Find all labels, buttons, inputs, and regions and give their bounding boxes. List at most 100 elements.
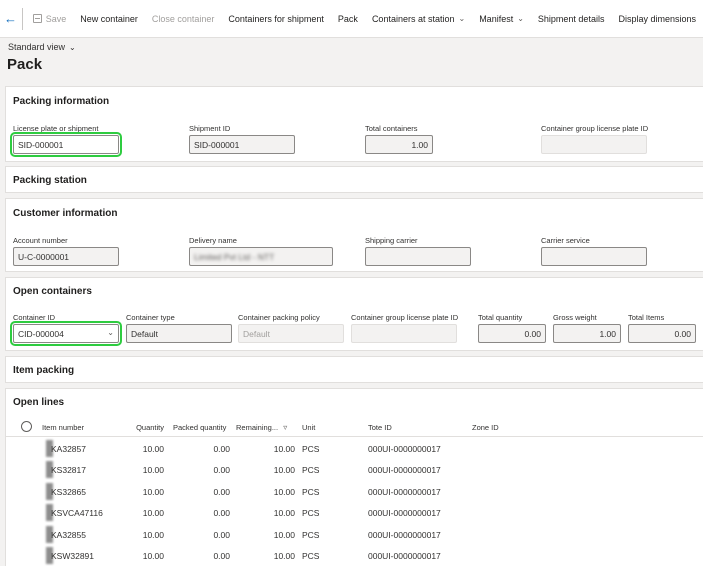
column-header-quantity[interactable]: Quantity <box>124 423 164 432</box>
close-container-button[interactable]: Close container <box>145 0 222 38</box>
column-header-item-number[interactable]: Item number <box>42 423 84 432</box>
field-label: Shipment ID <box>189 124 231 133</box>
save-button-label: Save <box>45 13 67 24</box>
shipment-details-button[interactable]: Shipment details <box>531 0 612 38</box>
section-title[interactable]: Open containers <box>13 286 92 297</box>
manifest-label: Manifest <box>479 13 514 24</box>
container-type-value: Default <box>126 324 232 343</box>
item-number-cell: KA32857 <box>51 444 86 454</box>
remaining-cell: 10.00 <box>273 444 295 454</box>
tote-id-cell: 000UI-0000000017 <box>368 530 441 540</box>
item-number-cell: KS32817 <box>51 465 86 475</box>
open-lines-grid-header: Item number Quantity Packed quantity Rem… <box>6 418 703 437</box>
chevron-down-icon[interactable]: ⌄ <box>107 328 114 337</box>
quantity-cell: 10.00 <box>142 508 164 518</box>
pack-label: Pack <box>337 13 358 24</box>
packed-quantity-cell: 0.00 <box>213 551 230 561</box>
packed-quantity-cell: 0.00 <box>213 487 230 497</box>
containers-for-shipment-label: Containers for shipment <box>228 13 324 24</box>
field-label: Shipping carrier <box>365 236 418 245</box>
field-label: Container group license plate ID <box>351 313 459 322</box>
account-number-value: U-C-0000001 <box>13 247 119 266</box>
container-id-select[interactable]: CID-000004 ⌄ <box>10 321 122 346</box>
customer-information-section: Customer information Account number U-C-… <box>5 198 703 272</box>
table-row[interactable]: KS32817 10.00 0.00 10.00 PCS 000UI-00000… <box>6 459 703 480</box>
packing-station-section[interactable]: Packing station <box>5 166 703 193</box>
table-row[interactable]: KSW32891 10.00 0.00 10.00 PCS 000UI-0000… <box>6 545 703 566</box>
license-plate-input[interactable]: SID-000001 <box>10 132 122 157</box>
container-group-lp-value <box>541 135 647 154</box>
unit-cell: PCS <box>302 508 320 518</box>
column-header-packed-quantity[interactable]: Packed quantity <box>173 423 226 432</box>
field-label: License plate or shipment <box>13 124 99 133</box>
open-containers-section: Open containers Container ID CID-000004 … <box>5 277 703 351</box>
field-label: Container ID <box>13 313 56 322</box>
view-selector[interactable]: Standard view ⌄ <box>8 42 76 52</box>
column-header-tote-id[interactable]: Tote ID <box>368 423 392 432</box>
manifest-menu[interactable]: Manifest ⌄ <box>472 0 531 38</box>
containers-at-station-menu[interactable]: Containers at station ⌄ <box>365 0 472 38</box>
table-row[interactable]: KS32865 10.00 0.00 10.00 PCS 000UI-00000… <box>6 481 703 502</box>
item-packing-section[interactable]: Item packing <box>5 356 703 383</box>
field-label: Container type <box>126 313 175 322</box>
packed-quantity-cell: 0.00 <box>213 444 230 454</box>
table-row[interactable]: KA32855 10.00 0.00 10.00 PCS 000UI-00000… <box>6 524 703 545</box>
section-title[interactable]: Packing station <box>13 175 87 186</box>
chevron-down-icon: ⌄ <box>69 42 76 52</box>
packing-information-section: Packing information License plate or shi… <box>5 86 703 162</box>
new-container-button[interactable]: New container <box>73 0 145 38</box>
delivery-name-text: Limited Pvt Ltd - NTT <box>194 251 275 262</box>
unit-cell: PCS <box>302 551 320 561</box>
shipment-id-value: SID-000001 <box>189 135 295 154</box>
filter-icon[interactable]: ▿ <box>283 423 287 432</box>
quantity-cell: 10.00 <box>142 530 164 540</box>
delivery-name-value: Limited Pvt Ltd - NTT <box>189 247 333 266</box>
field-label: Total containers <box>365 124 418 133</box>
column-header-zone-id[interactable]: Zone ID <box>472 423 499 432</box>
section-title[interactable]: Packing information <box>13 96 109 107</box>
section-title[interactable]: Customer information <box>13 208 117 219</box>
section-title[interactable]: Item packing <box>13 365 74 376</box>
display-dimensions-label: Display dimensions <box>618 13 696 24</box>
section-title[interactable]: Open lines <box>13 397 64 408</box>
remaining-cell: 10.00 <box>273 465 295 475</box>
item-number-cell: KSW32891 <box>51 551 94 561</box>
tote-id-cell: 000UI-0000000017 <box>368 487 441 497</box>
remaining-cell: 10.00 <box>273 508 295 518</box>
table-row[interactable]: KSVCA47116 10.00 0.00 10.00 PCS 000UI-00… <box>6 502 703 523</box>
column-header-unit[interactable]: Unit <box>302 423 315 432</box>
quantity-cell: 10.00 <box>142 465 164 475</box>
unit-cell: PCS <box>302 465 320 475</box>
field-label: Total Items <box>628 313 665 322</box>
remaining-header-label: Remaining... <box>236 423 279 432</box>
shipment-details-label: Shipment details <box>537 13 605 24</box>
table-row[interactable]: KA32857 10.00 0.00 10.00 PCS 000UI-00000… <box>6 438 703 459</box>
shipping-carrier-value <box>365 247 471 266</box>
item-number-cell: KSVCA47116 <box>51 508 103 518</box>
pack-button[interactable]: Pack <box>331 0 365 38</box>
field-label: Total quantity <box>478 313 523 322</box>
save-icon <box>32 14 42 23</box>
column-header-remaining[interactable]: Remaining... ▿ <box>236 423 287 432</box>
toolbar-divider <box>21 7 23 30</box>
containers-at-station-label: Containers at station <box>371 13 455 24</box>
save-button[interactable]: Save <box>26 0 74 38</box>
field-label: Account number <box>13 236 68 245</box>
field-label: Delivery name <box>189 236 237 245</box>
chevron-down-icon: ⌄ <box>517 14 524 23</box>
field-label: Carrier service <box>541 236 590 245</box>
back-arrow-icon[interactable]: ← <box>0 0 21 38</box>
unit-cell: PCS <box>302 444 320 454</box>
quantity-cell: 10.00 <box>142 487 164 497</box>
tote-id-cell: 000UI-0000000017 <box>368 444 441 454</box>
tote-id-cell: 000UI-0000000017 <box>368 508 441 518</box>
containers-for-shipment-button[interactable]: Containers for shipment <box>221 0 331 38</box>
field-label: Gross weight <box>553 313 597 322</box>
item-number-cell: KS32865 <box>51 487 86 497</box>
chevron-down-icon: ⌄ <box>458 14 466 23</box>
select-all-radio[interactable] <box>21 421 32 432</box>
total-containers-value: 1.00 <box>365 135 433 154</box>
display-dimensions-button[interactable]: Display dimensions <box>611 0 703 38</box>
carrier-service-value <box>541 247 647 266</box>
remaining-cell: 10.00 <box>273 530 295 540</box>
